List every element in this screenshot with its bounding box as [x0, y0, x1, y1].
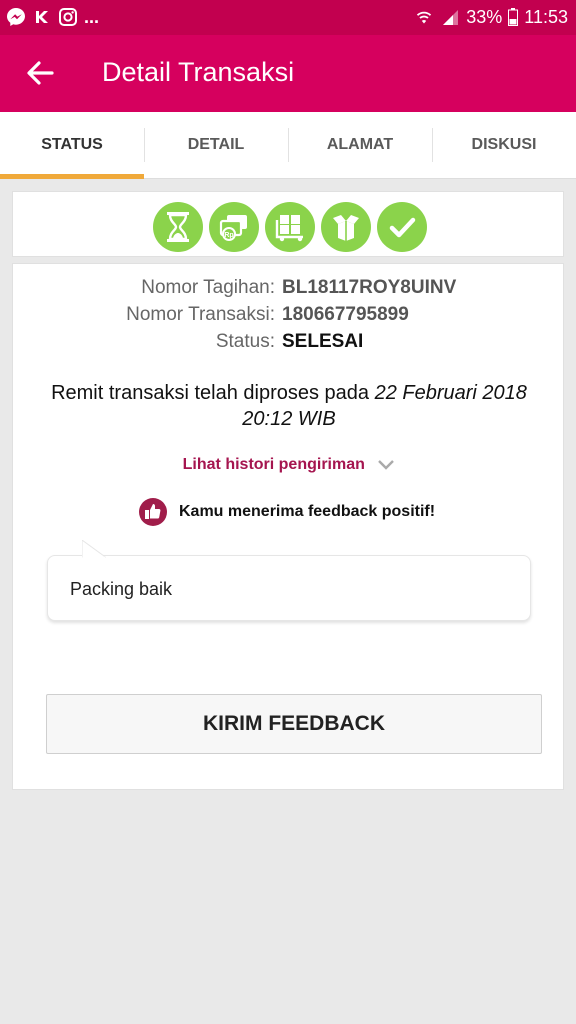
checkmark-icon — [377, 202, 427, 252]
battery-percent: 33% — [466, 6, 503, 27]
status-value: SELESAI — [282, 331, 364, 352]
active-tab-indicator — [0, 174, 144, 179]
payment-icon: Rp — [209, 202, 259, 252]
tab-diskusi[interactable]: DISKUSI — [432, 112, 576, 178]
shipping-history-link[interactable]: Lihat histori pengiriman — [13, 456, 565, 474]
feedback-comment-bubble: Packing baik — [47, 540, 531, 621]
hourglass-icon — [153, 202, 203, 252]
thumbs-up-icon — [139, 498, 167, 526]
transaction-number-value: 180667795899 — [282, 304, 409, 325]
send-feedback-button[interactable]: KIRIM FEEDBACK — [46, 694, 542, 754]
tab-bar: STATUS DETAIL ALAMAT DISKUSI — [0, 112, 576, 179]
remit-message: Remit transaksi telah diproses pada 22 F… — [33, 380, 545, 432]
bill-number-label: Nomor Tagihan: — [141, 277, 275, 298]
bubble-tail — [82, 540, 106, 558]
status-bar: ... 33% 11:53 — [0, 0, 576, 35]
page-title: Detail Transaksi — [102, 57, 295, 87]
chevron-down-icon — [378, 459, 395, 470]
feedback-notice: Kamu menerima feedback positif! — [139, 498, 435, 526]
bill-number-value: BL18117ROY8UINV — [282, 277, 457, 298]
shipping-box-icon — [265, 202, 315, 252]
progress-steps-card: Rp — [12, 191, 564, 257]
clock: 11:53 — [524, 6, 568, 27]
feedback-comment-text: Packing baik — [70, 579, 173, 599]
tab-detail[interactable]: DETAIL — [144, 112, 288, 178]
kaskus-icon — [36, 11, 48, 23]
signal-icon — [443, 10, 459, 25]
transaction-status-card: Nomor Tagihan: BL18117ROY8UINV Nomor Tra… — [12, 263, 564, 790]
remit-message-text: Remit transaksi telah diproses pada — [51, 382, 375, 404]
status-row: Status: SELESAI — [13, 331, 565, 359]
svg-text:Rp: Rp — [224, 232, 233, 239]
transaction-number-label: Nomor Transaksi: — [126, 304, 275, 325]
wifi-icon — [417, 11, 432, 24]
status-label: Status: — [215, 331, 275, 352]
instagram-icon — [59, 8, 77, 26]
back-arrow-icon[interactable] — [22, 55, 58, 91]
tab-alamat[interactable]: ALAMAT — [288, 112, 432, 178]
feedback-notice-text: Kamu menerima feedback positif! — [179, 503, 436, 520]
shipping-history-label: Lihat histori pengiriman — [182, 456, 365, 473]
bill-number-row: Nomor Tagihan: BL18117ROY8UINV — [13, 277, 565, 305]
app-bar: Detail Transaksi — [0, 35, 576, 112]
transaction-number-row: Nomor Transaksi: 180667795899 — [13, 304, 565, 332]
messenger-icon — [7, 8, 25, 26]
more-notifications: ... — [84, 6, 100, 27]
package-delivered-icon — [321, 202, 371, 252]
tab-status[interactable]: STATUS — [0, 112, 144, 178]
battery-icon — [508, 8, 519, 26]
